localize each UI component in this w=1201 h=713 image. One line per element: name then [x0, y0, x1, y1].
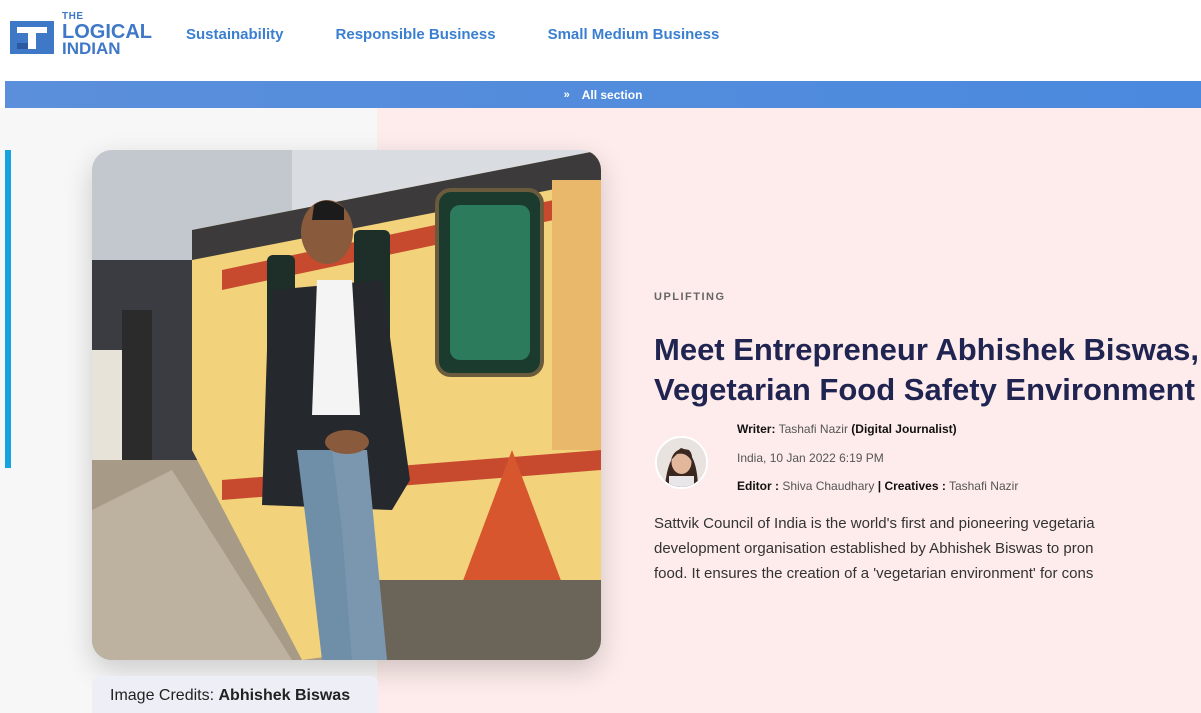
- nav-item-sustainability[interactable]: Sustainability: [186, 26, 284, 43]
- main-nav: Sustainability Responsible Business Smal…: [186, 26, 719, 43]
- article-category[interactable]: UPLIFTING: [654, 291, 726, 303]
- writer-name[interactable]: Tashafi Nazir: [779, 422, 848, 436]
- summary-line-1: Sattvik Council of India is the world's …: [654, 515, 1095, 532]
- hero-image[interactable]: [92, 150, 601, 660]
- article-headline: Meet Entrepreneur Abhishek Biswas, ' Veg…: [654, 330, 1201, 410]
- editor-label: Editor :: [737, 479, 779, 493]
- nav-item-small-medium-business[interactable]: Small Medium Business: [548, 26, 720, 43]
- hero-photo: [92, 150, 601, 660]
- all-section-label: All section: [581, 87, 643, 102]
- editor-name[interactable]: Shiva Chaudhary: [782, 479, 874, 493]
- site-logo[interactable]: THE LOGICAL INDIAN: [10, 12, 152, 60]
- creatives-name[interactable]: Tashafi Nazir: [949, 479, 1018, 493]
- summary-line-3: food. It ensures the creation of a 'vege…: [654, 565, 1094, 582]
- article-writer: Writer: Tashafi Nazir (Digital Journalis…: [737, 422, 957, 436]
- summary-line-2: development organisation established by …: [654, 540, 1094, 557]
- writer-role: (Digital Journalist): [851, 422, 957, 436]
- left-accent-bar: [5, 150, 11, 468]
- all-section-toggle[interactable]: » All section: [5, 81, 1201, 108]
- nav-item-responsible-business[interactable]: Responsible Business: [336, 26, 496, 43]
- logo-mark-icon: [10, 21, 54, 54]
- article-editor: Editor : Shiva Chaudhary | Creatives : T…: [737, 479, 1018, 493]
- headline-line-2: Vegetarian Food Safety Environment A: [654, 372, 1201, 407]
- creatives-label: Creatives :: [884, 479, 946, 493]
- article-summary: Sattvik Council of India is the world's …: [654, 511, 1201, 586]
- logo-wordmark: THE LOGICAL INDIAN: [62, 12, 152, 58]
- site-header: THE LOGICAL INDIAN Sustainability Respon…: [0, 0, 1201, 80]
- credits-separator: |: [877, 479, 882, 493]
- author-avatar[interactable]: [655, 436, 708, 489]
- writer-label: Writer:: [737, 422, 776, 436]
- image-credits: Image Credits: Abhishek Biswas: [92, 676, 378, 713]
- article-location-date: India, 10 Jan 2022 6:19 PM: [737, 451, 884, 465]
- author-avatar-icon: [657, 438, 706, 487]
- double-chevron-down-icon: »: [563, 88, 570, 101]
- headline-line-1: Meet Entrepreneur Abhishek Biswas, ': [654, 332, 1201, 367]
- image-credits-name: Abhishek Biswas: [218, 687, 351, 704]
- image-credits-prefix: Image Credits:: [110, 687, 215, 704]
